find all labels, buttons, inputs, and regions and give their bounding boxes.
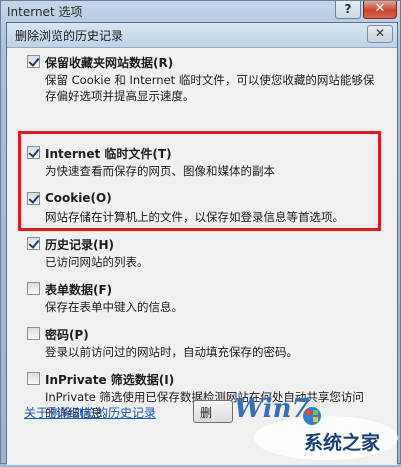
outer-close-button[interactable]: ✕ xyxy=(363,1,397,19)
watermark-site: 系统之家 xyxy=(304,432,381,454)
watermark: Win7 系统之家 xyxy=(226,392,400,464)
checkbox-history[interactable] xyxy=(27,237,40,250)
dialog-title: 删除浏览的历史记录 xyxy=(15,29,124,43)
dialog-close-button[interactable]: ✕ xyxy=(367,25,393,43)
watermark-brand: Win7 xyxy=(234,394,310,424)
option-description: 登录以前访问过的网站时，自动填充保存的密码。 xyxy=(45,345,298,359)
checkbox-form-data[interactable] xyxy=(27,282,40,295)
checkbox-inprivate-data[interactable] xyxy=(27,372,40,385)
outer-window-title: Internet 选项 xyxy=(7,5,83,19)
option-label[interactable]: 密码(P) xyxy=(45,326,89,343)
option-label[interactable]: 表单数据(F) xyxy=(45,281,112,298)
option-label[interactable]: 保留收藏夹网站数据(R) xyxy=(45,54,173,71)
about-history-link[interactable]: 关于删除浏览的历史记录 xyxy=(24,404,156,421)
help-button[interactable]: ? xyxy=(335,1,361,19)
option-description: 保存在表单中键入的信息。 xyxy=(45,300,183,314)
checkbox-passwords[interactable] xyxy=(27,327,40,340)
option-label[interactable]: 历史记录(H) xyxy=(45,236,114,253)
option-label[interactable]: InPrivate 筛选数据(I) xyxy=(45,371,174,388)
dialog-titlebar: 删除浏览的历史记录 ✕ xyxy=(7,23,397,48)
option-description: 已访问网站的列表。 xyxy=(45,255,149,269)
checkbox-preserve-favorites[interactable] xyxy=(27,55,40,68)
option-description: 保留 Cookie 和 Internet 临时文件，可以使您收藏的网站能够保存偏… xyxy=(45,73,375,103)
delete-button-label: 删 xyxy=(200,406,213,420)
highlight-box xyxy=(18,131,381,231)
